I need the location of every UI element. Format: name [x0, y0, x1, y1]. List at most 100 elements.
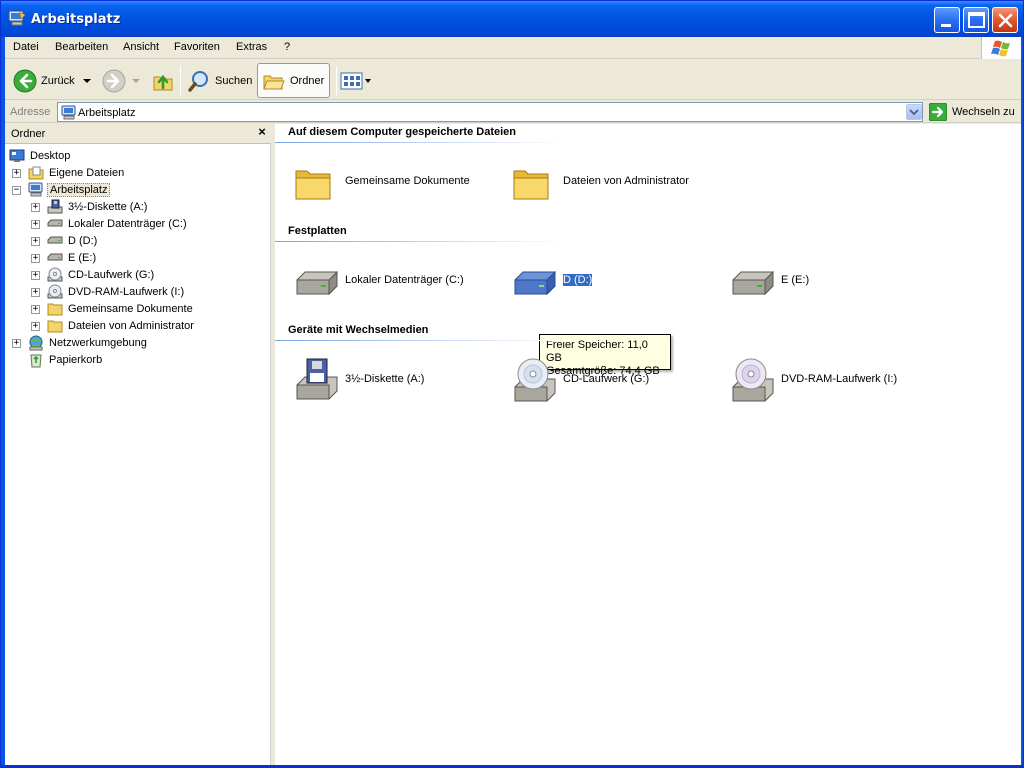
tree-item-shared-docs[interactable]: Gemeinsame Dokumente: [47, 300, 195, 317]
tree-item-drive-c[interactable]: Lokaler Datenträger (C:): [47, 215, 189, 232]
go-button-label[interactable]: Wechseln zu: [952, 106, 1015, 118]
search-label: Suchen: [215, 74, 253, 87]
close-button[interactable]: [992, 7, 1018, 33]
tree-label: Lokaler Datenträger (C:): [68, 217, 187, 230]
tree-item-cd-drive[interactable]: CD-Laufwerk (G:): [47, 266, 156, 283]
hard-drive-icon: [47, 236, 63, 243]
window-client-area: Datei Bearbeiten Ansicht Favoriten Extra…: [5, 37, 1021, 765]
expand-toggle[interactable]: +: [31, 288, 40, 297]
search-button[interactable]: Suchen: [187, 63, 252, 98]
chevron-down-icon[interactable]: [364, 76, 372, 86]
up-folder-icon: [153, 74, 173, 90]
hard-drive-icon: [514, 270, 556, 296]
group-header-stored-files: Auf diesem Computer gespeicherte Dateien: [288, 126, 517, 138]
tree-item-eigene-dateien[interactable]: Eigene Dateien: [28, 164, 126, 181]
tree-item-recycle-bin[interactable]: Papierkorb: [28, 351, 104, 368]
tree-label: CD-Laufwerk (G:): [68, 268, 155, 281]
group-divider: [275, 340, 565, 341]
up-folder-button[interactable]: [151, 63, 175, 98]
menu-help[interactable]: ?: [284, 41, 290, 53]
tile-drive-d[interactable]: D (D:): [511, 258, 711, 306]
tree-item-drive-d[interactable]: D (D:): [47, 232, 99, 249]
expand-toggle[interactable]: +: [31, 271, 40, 280]
maximize-button[interactable]: [963, 7, 989, 33]
tree-label: Eigene Dateien: [49, 166, 125, 179]
address-value: Arbeitsplatz: [78, 107, 136, 119]
tree-item-dvd-drive[interactable]: DVD-RAM-Laufwerk (I:): [47, 283, 186, 300]
go-arrow-icon[interactable]: [929, 103, 947, 121]
folder-icon: [47, 303, 63, 315]
tile-cd-drive[interactable]: CD-Laufwerk (G:): [511, 357, 711, 405]
title-bar[interactable]: Arbeitsplatz: [1, 1, 1023, 37]
tree-label: Papierkorb: [49, 353, 103, 366]
hard-drive-icon: [47, 219, 63, 226]
menu-favoriten[interactable]: Favoriten: [174, 41, 220, 53]
floppy-icon: [47, 199, 63, 213]
minimize-button[interactable]: [934, 7, 960, 33]
tile-admin-files[interactable]: Dateien von Administrator: [511, 159, 711, 207]
tree-item-floppy[interactable]: 3½-Diskette (A:): [47, 198, 149, 215]
hard-drive-icon: [732, 270, 774, 296]
address-input[interactable]: Arbeitsplatz: [57, 102, 923, 122]
folder-icon: [513, 170, 549, 200]
tile-label: Gemeinsame Dokumente: [345, 175, 470, 187]
folders-icon: [263, 75, 285, 89]
folders-label: Ordner: [290, 74, 325, 87]
my-documents-icon: [28, 166, 44, 179]
tree-label: Netzwerkumgebung: [49, 336, 147, 349]
tile-dvd-drive[interactable]: DVD-RAM-Laufwerk (I:): [729, 357, 929, 405]
views-grid-icon: [340, 72, 363, 89]
views-button[interactable]: [340, 63, 372, 98]
back-label: Zurück: [41, 74, 75, 87]
tree-label: D (D:): [68, 234, 98, 247]
expand-toggle[interactable]: +: [12, 339, 21, 348]
folder-pane-close-button[interactable]: ×: [255, 125, 269, 139]
tile-label: Lokaler Datenträger (C:): [345, 274, 464, 286]
collapse-toggle[interactable]: −: [12, 186, 21, 195]
expand-toggle[interactable]: +: [31, 305, 40, 314]
tree-item-desktop[interactable]: Desktop: [9, 147, 72, 164]
tree-item-admin-files[interactable]: Dateien von Administrator: [47, 317, 196, 334]
folder-icon: [47, 320, 63, 332]
cd-drive-icon: [47, 267, 63, 281]
tile-drive-e[interactable]: E (E:): [729, 258, 929, 306]
menu-datei[interactable]: Datei: [13, 41, 39, 53]
folders-button[interactable]: Ordner: [257, 63, 330, 98]
expand-toggle[interactable]: +: [31, 322, 40, 331]
tree-label: DVD-RAM-Laufwerk (I:): [68, 285, 185, 298]
folder-pane-header: Ordner ×: [5, 124, 271, 144]
tree-item-network[interactable]: Netzwerkumgebung: [28, 334, 149, 351]
chevron-down-icon: [909, 109, 919, 116]
expand-toggle[interactable]: +: [31, 254, 40, 263]
expand-toggle[interactable]: +: [31, 203, 40, 212]
my-computer-icon: [8, 10, 26, 26]
tile-drive-c[interactable]: Lokaler Datenträger (C:): [293, 258, 493, 306]
back-button[interactable]: Zurück: [13, 63, 93, 98]
tile-floppy[interactable]: 3½-Diskette (A:): [293, 357, 493, 405]
group-header-hard-drives: Festplatten: [288, 225, 347, 237]
tile-label: DVD-RAM-Laufwerk (I:): [781, 373, 898, 385]
menu-bar: Datei Bearbeiten Ansicht Favoriten Extra…: [5, 37, 981, 59]
tree-label: Gemeinsame Dokumente: [68, 302, 193, 315]
search-icon: [188, 70, 208, 92]
expand-toggle[interactable]: +: [31, 237, 40, 246]
menu-bearbeiten[interactable]: Bearbeiten: [55, 41, 108, 53]
close-icon: [998, 13, 1013, 28]
expand-toggle[interactable]: +: [12, 169, 21, 178]
folder-icon: [295, 170, 331, 200]
expand-toggle[interactable]: +: [31, 220, 40, 229]
forward-button[interactable]: [102, 63, 142, 98]
menu-extras[interactable]: Extras: [236, 41, 267, 53]
chevron-down-icon[interactable]: [130, 76, 142, 86]
menu-ansicht[interactable]: Ansicht: [123, 41, 159, 53]
tree-item-drive-e[interactable]: E (E:): [47, 249, 98, 266]
tile-shared-documents[interactable]: Gemeinsame Dokumente: [293, 159, 493, 207]
chevron-down-icon[interactable]: [81, 76, 93, 86]
tree-item-arbeitsplatz[interactable]: Arbeitsplatz: [28, 181, 111, 198]
address-dropdown-button[interactable]: [906, 104, 922, 120]
my-computer-icon: [28, 182, 43, 196]
explorer-window: Arbeitsplatz Datei Bearbeiten Ansicht Fa…: [0, 0, 1024, 768]
cd-drive-icon: [514, 358, 556, 402]
tile-label: Dateien von Administrator: [563, 175, 689, 187]
tree-label: 3½-Diskette (A:): [68, 200, 148, 213]
